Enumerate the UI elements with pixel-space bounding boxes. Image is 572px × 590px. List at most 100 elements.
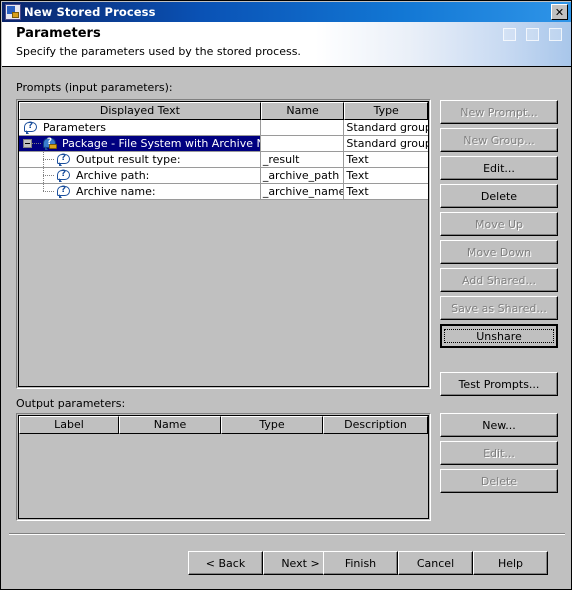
prompts-displayed-text-cell[interactable]: ? Archive path: (19, 168, 261, 183)
prompts-row-label: Archive path: (76, 169, 150, 182)
prompts-move-up-button: Move Up (440, 212, 558, 236)
prompts-name-cell[interactable] (260, 120, 345, 135)
footer-help-button[interactable]: Help (473, 551, 548, 575)
button-label: New Group... (463, 133, 535, 147)
output-column-header[interactable]: Type (221, 416, 324, 434)
prompts-unshare-button[interactable]: Unshare (440, 324, 558, 348)
prompts-displayed-text-cell[interactable]: ? Output result type: (19, 152, 261, 167)
stored-process-icon (5, 4, 21, 20)
close-icon: ✕ (554, 5, 565, 19)
prompts-table-header: Displayed Text Name Type (19, 102, 428, 120)
button-label: New Prompt... (460, 105, 538, 119)
tree-connector (43, 191, 54, 192)
output-column-header[interactable]: Label (19, 416, 120, 434)
decor-square-icon (549, 28, 562, 41)
wizard-header: Parameters Specify the parameters used b… (2, 22, 571, 67)
button-label: Move Down (466, 245, 532, 259)
button-label: Edit... (483, 446, 515, 460)
prompts-displayed-text-cell[interactable]: ? Archive name: (19, 184, 261, 199)
decor-square-icon (503, 28, 516, 41)
prompts-move-down-button: Move Down (440, 240, 558, 264)
prompts-table-row[interactable]: ? Output result type: _result Text (19, 152, 428, 168)
prompts-delete-button[interactable]: Delete (440, 184, 558, 208)
prompts-displayed-text-cell[interactable]: ? Package - File System with Archive Name (19, 136, 261, 151)
prompts-edit-button[interactable]: Edit... (440, 156, 558, 180)
prompts-name-cell[interactable]: _archive_path (260, 168, 345, 183)
page-title: Parameters (16, 26, 101, 41)
prompts-row-label: Archive name: (76, 185, 156, 198)
tree-connector (43, 184, 44, 191)
tree-connector (43, 159, 54, 160)
prompts-table-row[interactable]: ? Archive name: _archive_name Text (19, 184, 428, 200)
button-label: Save as Shared... (451, 301, 547, 315)
prompts-add-shared-button: Add Shared... (440, 268, 558, 292)
new-stored-process-dialog: New Stored Process ✕ Parameters Specify … (0, 0, 572, 590)
footer-cancel-button[interactable]: Cancel (398, 551, 473, 575)
prompts-table-row[interactable]: ? Archive path: _archive_path Text (19, 168, 428, 184)
focus-ring: Unshare (444, 329, 554, 343)
output-table-panel: Label Name Type Description (16, 413, 431, 521)
prompts-name-cell[interactable] (260, 136, 345, 151)
prompts-table-row[interactable]: ? Package - File System with Archive Name… (19, 136, 428, 152)
prompts-row-label: Package - File System with Archive Name (62, 137, 260, 150)
button-label: Unshare (476, 329, 522, 343)
prompt-bubble-icon: ? (57, 169, 71, 182)
prompts-new-prompt-button: New Prompt... (440, 100, 558, 124)
output-parameters-label: Output parameters: (16, 397, 126, 410)
title-bar[interactable]: New Stored Process ✕ (2, 2, 571, 22)
button-label: Add Shared... (461, 273, 536, 287)
footer-separator (9, 533, 565, 535)
prompts-table-panel: Displayed Text Name Type ? Parameters Standa… (16, 99, 431, 389)
footer-finish-button[interactable]: Finish (323, 551, 398, 575)
shared-prompt-bubble-icon: ? (43, 137, 57, 150)
button-label: Delete (480, 189, 518, 203)
footer-back-button[interactable]: < Back (188, 551, 263, 575)
tree-connector (32, 143, 41, 144)
prompt-bubble-icon: ? (57, 153, 71, 166)
button-label: < Back (205, 556, 246, 570)
button-label: Help (497, 556, 524, 570)
prompts-column-header[interactable]: Type (344, 102, 428, 120)
button-label: Next > (281, 556, 320, 570)
button-label: Cancel (416, 556, 455, 570)
button-label: Test Prompts... (458, 377, 540, 391)
window-title: New Stored Process (24, 5, 156, 19)
decor-square-icon (526, 28, 539, 41)
prompts-row-label: Output result type: (76, 153, 181, 166)
output-edit-button: Edit... (440, 441, 558, 465)
output-new-button[interactable]: New... (440, 413, 558, 437)
output-column-header[interactable]: Description (323, 416, 428, 434)
tree-connector (43, 175, 54, 176)
prompts-column-header[interactable]: Displayed Text (19, 102, 261, 120)
output-delete-button: Delete (440, 469, 558, 493)
prompts-type-cell[interactable]: Text (344, 152, 428, 167)
prompts-row-label: Parameters (43, 121, 106, 134)
prompts-test-prompts-button[interactable]: Test Prompts... (440, 372, 558, 396)
prompt-bubble-icon: ? (57, 185, 71, 198)
button-label: Delete (480, 474, 518, 488)
page-subtitle: Specify the parameters used by the store… (16, 45, 301, 58)
output-column-header[interactable]: Name (119, 416, 222, 434)
button-label: New... (482, 418, 516, 432)
prompts-displayed-text-cell[interactable]: ? Parameters (19, 120, 261, 135)
button-label: Edit... (483, 161, 515, 175)
prompts-new-group-button: New Group... (440, 128, 558, 152)
prompts-type-cell[interactable]: Standard group (344, 120, 428, 135)
button-label: Finish (344, 556, 377, 570)
prompts-label: Prompts (input parameters): (16, 81, 173, 94)
prompts-column-header[interactable]: Name (260, 102, 345, 120)
prompts-type-cell[interactable]: Text (344, 184, 428, 199)
prompts-name-cell[interactable]: _result (260, 152, 345, 167)
prompts-type-cell[interactable]: Standard group (344, 136, 428, 151)
prompts-table-body[interactable]: ? Parameters Standard group? Package - File… (19, 120, 428, 200)
close-button[interactable]: ✕ (551, 4, 568, 20)
tree-expander-icon[interactable] (23, 139, 32, 148)
prompts-save-as-shared-button: Save as Shared... (440, 296, 558, 320)
prompt-bubble-icon: ? (24, 121, 38, 134)
header-decoration (503, 28, 562, 41)
output-table-header: Label Name Type Description (19, 416, 428, 434)
prompts-name-cell[interactable]: _archive_name (260, 184, 345, 199)
prompts-table-row[interactable]: ? Parameters Standard group (19, 120, 428, 136)
button-label: Move Up (474, 217, 524, 231)
prompts-type-cell[interactable]: Text (344, 168, 428, 183)
